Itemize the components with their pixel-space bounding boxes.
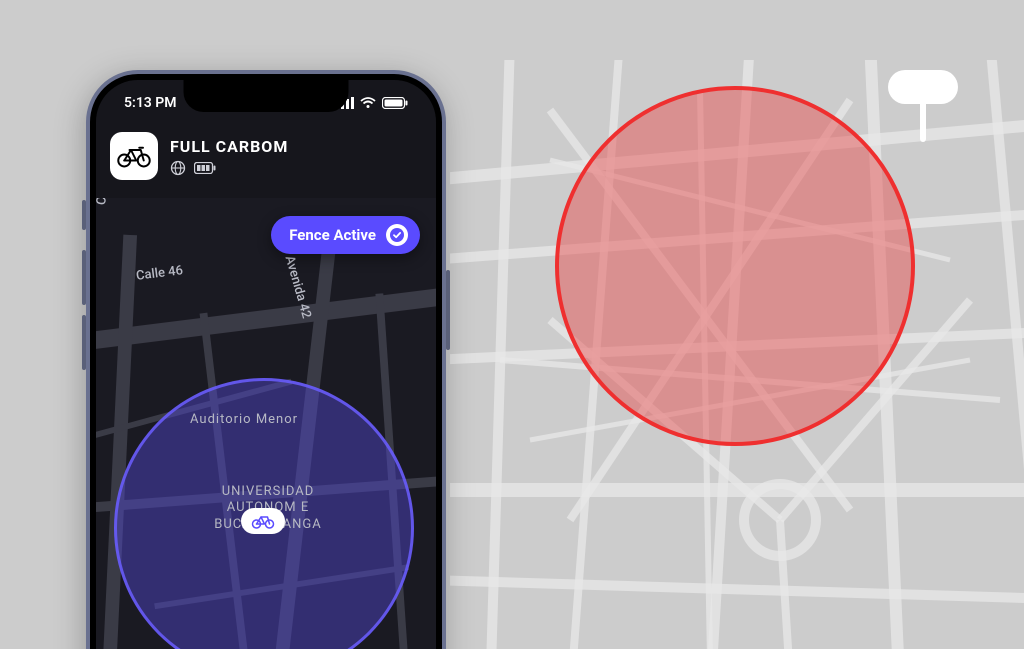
map-pin-marker [888, 70, 958, 142]
device-avatar [110, 132, 158, 180]
check-badge [386, 224, 408, 246]
phone-mockup: 5:13 PM [86, 70, 446, 649]
phone-screen: 5:13 PM [90, 74, 442, 649]
map-view[interactable]: Carrera 40 Calle 46 Avenida 42 Auditorio… [96, 198, 436, 649]
wifi-icon [360, 97, 376, 109]
map-pin-stem [920, 104, 926, 142]
outer-geofence-circle [555, 86, 915, 446]
device-header[interactable]: FULL CARBOM [110, 132, 422, 180]
device-title-column: FULL CARBOM [170, 137, 288, 176]
map-pin-bubble [888, 70, 958, 104]
phone-side-button [82, 200, 86, 230]
phone-notch [184, 80, 349, 112]
fence-status-pill[interactable]: Fence Active [271, 216, 420, 254]
check-icon [390, 228, 404, 242]
status-time: 5:13 PM [124, 95, 177, 111]
device-location-marker[interactable] [241, 508, 285, 534]
fence-status-label: Fence Active [289, 226, 376, 244]
device-status-icons [170, 160, 288, 176]
phone-side-button [82, 315, 86, 370]
poi-line: UNIVERSIDAD [222, 484, 315, 499]
battery-icon [382, 97, 408, 109]
app-screen: 5:13 PM [96, 80, 436, 649]
device-name: FULL CARBOM [170, 137, 288, 156]
bike-icon [251, 512, 275, 530]
bike-icon [116, 142, 152, 170]
phone-side-button [446, 270, 450, 350]
globe-icon [170, 160, 186, 176]
phone-side-button [82, 250, 86, 305]
poi-label: Auditorio Menor [190, 412, 298, 428]
device-battery-icon [194, 162, 216, 174]
